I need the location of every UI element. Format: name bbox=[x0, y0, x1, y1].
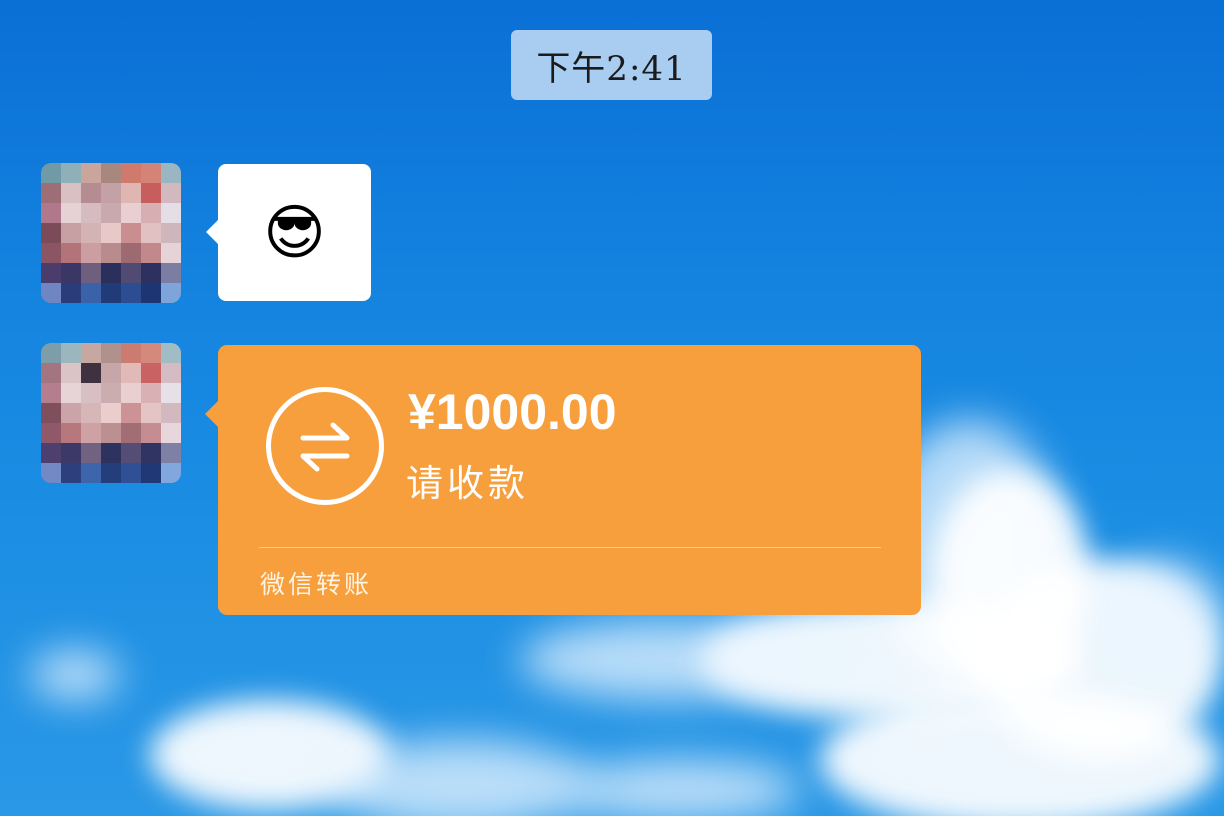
emoji-message-bubble[interactable]: 😎 bbox=[206, 164, 371, 301]
sender-avatar[interactable] bbox=[41, 163, 181, 303]
transfer-amount: ¥1000.00 bbox=[408, 384, 617, 440]
transfer-arrows-icon bbox=[266, 387, 384, 505]
divider bbox=[259, 547, 881, 548]
message-timestamp: 下午2:41 bbox=[511, 30, 712, 100]
transfer-status: 请收款 bbox=[406, 462, 529, 505]
sunglasses-face-icon: 😎 bbox=[263, 197, 326, 268]
transfer-footer-label: 微信转账 bbox=[260, 570, 373, 599]
sender-avatar[interactable] bbox=[41, 343, 181, 483]
transfer-message-bubble[interactable]: ¥1000.00 请收款 微信转账 bbox=[205, 345, 921, 615]
